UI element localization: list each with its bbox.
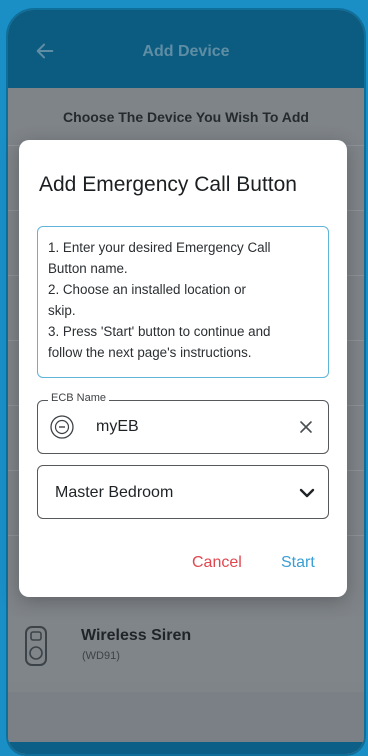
ecb-button-icon: [50, 415, 74, 439]
device-model: (WD91): [82, 650, 120, 662]
page-title: Add Device: [142, 43, 230, 60]
device-name: Wireless Siren: [81, 627, 192, 644]
instruction-line: 2. Choose an installed location or: [48, 282, 247, 297]
ecb-name-field[interactable]: ECB Name myEB: [37, 392, 329, 454]
siren-device-icon: [25, 626, 47, 666]
cancel-button[interactable]: Cancel: [192, 554, 242, 572]
app-header: Add Device: [8, 10, 364, 88]
location-select-value: Master Bedroom: [55, 484, 174, 501]
instruction-line: Button name.: [48, 261, 128, 276]
instructions-box: 1. Enter your desired Emergency Call But…: [37, 226, 329, 378]
close-icon[interactable]: [298, 419, 314, 435]
start-button[interactable]: Start: [281, 554, 315, 572]
dialog-title: Add Emergency Call Button: [39, 173, 297, 196]
instruction-line: 1. Enter your desired Emergency Call: [48, 240, 271, 255]
add-ecb-dialog: Add Emergency Call Button 1. Enter your …: [19, 140, 347, 597]
list-item-wireless-siren[interactable]: Wireless Siren (WD91): [8, 616, 364, 682]
instruction-line: skip.: [48, 303, 76, 318]
phone-frame: Add Device Choose The Device You Wish To…: [0, 0, 368, 756]
ecb-name-label: ECB Name: [48, 392, 110, 404]
instruction-line: follow the next page's instructions.: [48, 345, 252, 360]
location-select[interactable]: Master Bedroom: [37, 465, 329, 519]
instruction-line: 3. Press 'Start' button to continue and: [48, 324, 271, 339]
section-title: Choose The Device You Wish To Add: [63, 109, 309, 125]
bottom-edge: [8, 742, 364, 754]
chevron-down-icon: [299, 488, 315, 498]
ecb-name-input[interactable]: myEB: [96, 418, 139, 436]
